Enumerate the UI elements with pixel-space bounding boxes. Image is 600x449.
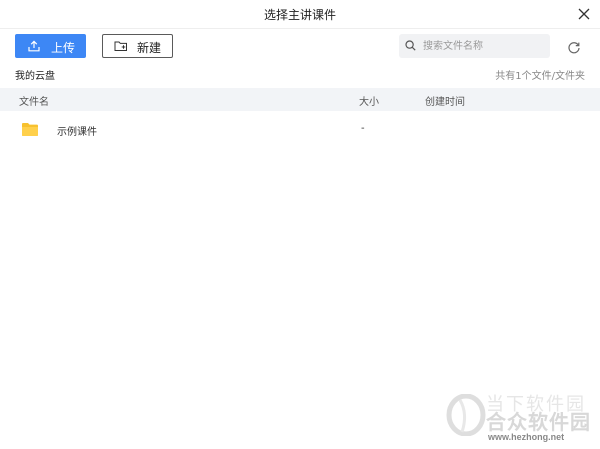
upload-button-label: 上传 [51,41,76,55]
close-icon[interactable] [578,8,590,20]
file-size: - [361,123,365,134]
new-folder-button-label: 新建 [137,41,162,55]
folder-icon [22,123,38,136]
watermark-logo [446,394,486,436]
breadcrumb-row: 我的云盘 共有1个文件/文件夹 [0,67,600,85]
column-header-name[interactable]: 文件名 [19,93,49,108]
search-box[interactable] [399,34,550,58]
new-folder-icon [114,41,127,51]
breadcrumb[interactable]: 我的云盘 [15,67,55,82]
item-count: 共有1个文件/文件夹 [495,71,585,82]
watermark-line2: 合众软件园 [486,410,591,434]
dialog-titlebar: 选择主讲课件 [0,0,600,29]
refresh-icon[interactable] [567,41,581,55]
column-header-created[interactable]: 创建时间 [425,93,465,108]
column-header-size[interactable]: 大小 [359,93,379,108]
table-header: 文件名 大小 创建时间 [0,88,600,111]
search-icon [405,40,416,51]
toolbar: 上传 新建 [0,33,600,61]
dialog-title: 选择主讲课件 [263,8,336,22]
file-name: 示例课件 [57,127,97,138]
search-input[interactable] [423,37,543,55]
watermark: 当下软件园 合众软件园 www.hezhong.net [442,388,597,446]
new-folder-button[interactable]: 新建 [102,34,173,58]
table-row[interactable]: 示例课件 - [0,116,600,144]
upload-button[interactable]: 上传 [15,34,86,58]
watermark-url: www.hezhong.net [488,432,565,442]
upload-icon [28,40,40,52]
